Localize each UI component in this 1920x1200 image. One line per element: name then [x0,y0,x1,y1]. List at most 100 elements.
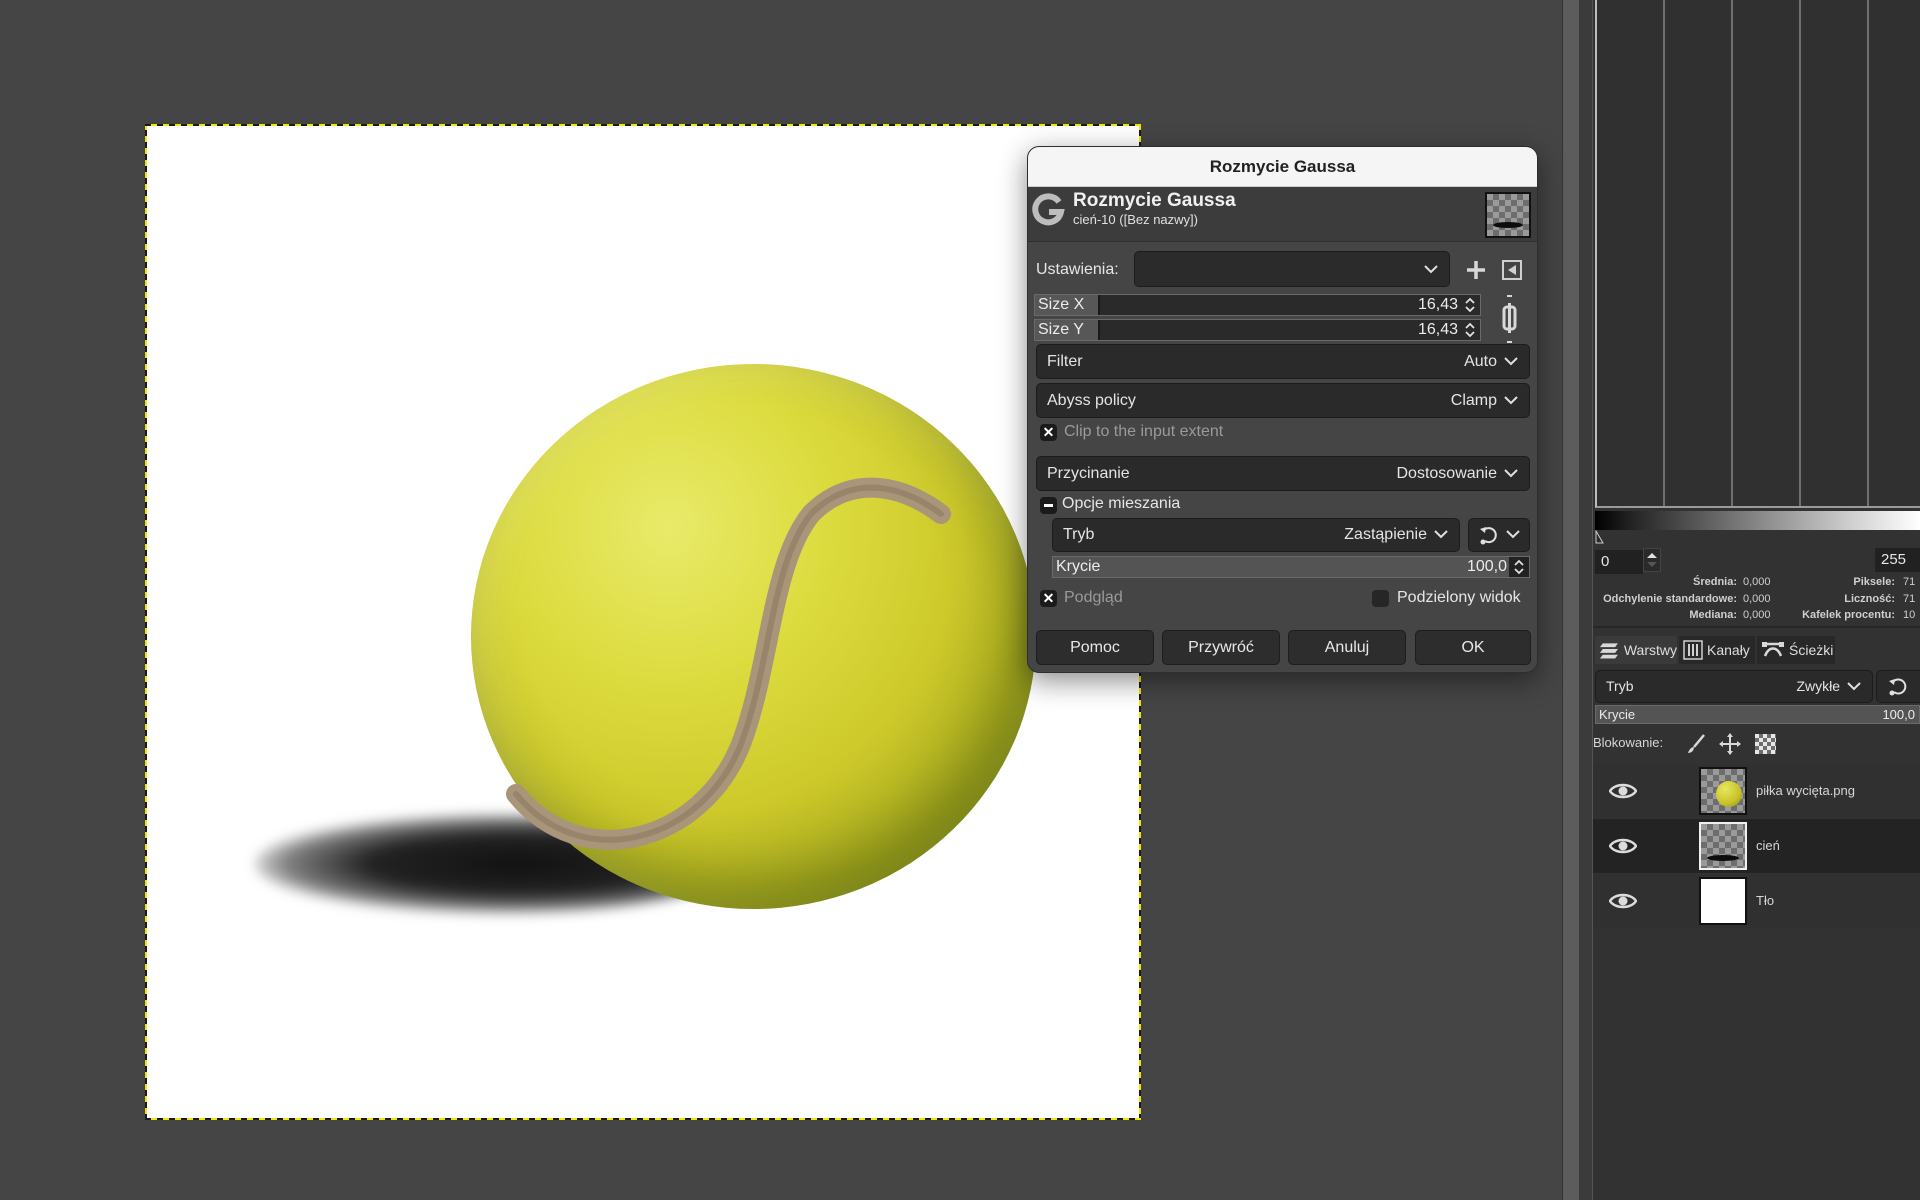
lock-alpha-icon[interactable] [1755,734,1776,754]
histogram-view[interactable] [1595,0,1920,508]
tab-channels[interactable]: Kanały [1679,636,1755,664]
blend-opacity-slider[interactable]: Krycie 100,0 [1052,556,1530,578]
tab-layers[interactable]: Warstwy [1595,636,1677,664]
dialog-header: Rozmycie Gaussa cień-10 ([Bez nazwy]) [1028,187,1537,242]
layer-name[interactable]: piłka wycięta.png [1756,764,1855,818]
histogram-gridline [1731,0,1733,506]
size-x-label: Size X [1038,296,1085,313]
layer-mode-label: Tryb [1606,678,1634,694]
tab-paths[interactable]: Ścieżki [1757,636,1835,664]
size-y-slider[interactable]: Size Y 16,43 [1034,319,1481,341]
tab-paths-label: Ścieżki [1789,642,1834,658]
layer-mode-select[interactable]: Tryb Zwykłe [1595,670,1873,703]
preview-checkbox[interactable]: ✕ [1040,590,1057,607]
clip-extent-label[interactable]: Clip to the input extent [1064,423,1223,441]
chevron-down-icon [1847,682,1861,691]
layer-name[interactable]: cień [1756,819,1780,873]
clip-extent-checkbox[interactable]: ✕ [1040,424,1057,441]
layer-opacity-value: 100,0 [1882,707,1915,722]
blend-opacity-spinner[interactable] [1512,558,1526,576]
size-x-value: 16,43 [1417,296,1458,313]
layer-row-shadow[interactable]: cień [1593,819,1920,873]
size-y-value: 16,43 [1417,321,1458,338]
preview-label[interactable]: Podgląd [1064,589,1123,607]
layers-icon [1599,643,1618,659]
help-button[interactable]: Pomoc [1036,630,1154,665]
lock-position-icon[interactable] [1719,733,1741,755]
preset-menu-button[interactable] [1501,259,1523,281]
stat-count-value: 71 [1903,593,1916,605]
canvas-vertical-scrollbar[interactable] [1562,0,1580,1200]
presets-select[interactable] [1134,251,1450,287]
filter-select[interactable]: Filter Auto [1036,344,1530,379]
blend-opacity-label: Krycie [1056,558,1101,575]
layer-thumbnail [1699,822,1747,870]
dialog-header-title: Rozmycie Gaussa [1073,190,1236,211]
split-view-checkbox[interactable] [1372,590,1389,607]
image-canvas[interactable] [145,124,1140,1119]
stat-percentile-label: Kafelek procentu: [1802,609,1895,621]
size-x-slider[interactable]: Size X 16,43 [1034,294,1481,316]
range-min-spinner[interactable] [1643,548,1661,572]
layer-opacity-slider[interactable]: Krycie 100,0 [1595,705,1920,724]
stat-mean-value: 0,000 [1743,576,1771,588]
right-dock: 0 255 Średnia: 0,000 Odchylenie standard… [1593,0,1920,1200]
layer-mode-value: Zwykłe [1796,678,1840,694]
layer-opacity-label: Krycie [1599,707,1636,722]
dock-separator-handle[interactable] [1580,0,1593,1200]
chevron-down-icon [1434,530,1448,539]
blend-mode-value: Zastąpienie [1344,526,1427,543]
panel-divider [1593,626,1920,628]
histogram-gridline [1799,0,1801,506]
eye-icon[interactable] [1609,836,1637,856]
add-preset-button[interactable] [1465,259,1487,281]
histogram-range-min[interactable]: 0 [1595,550,1643,574]
eye-icon[interactable] [1609,781,1637,801]
blend-mode-select[interactable]: Tryb Zastąpienie [1052,518,1460,552]
histogram-gridline [1867,0,1869,506]
eye-icon[interactable] [1609,891,1637,911]
layer-row-ball[interactable]: piłka wycięta.png [1593,764,1920,818]
size-y-spinner[interactable] [1463,321,1477,339]
stat-median-label: Mediana: [1689,609,1737,621]
abyss-policy-select[interactable]: Abyss policy Clamp [1036,383,1530,418]
chevron-down-icon [1506,530,1520,539]
stat-pixels-label: Piksele: [1853,576,1895,588]
split-view-label[interactable]: Podzielony widok [1397,589,1521,607]
clipping-value: Dostosowanie [1396,465,1498,482]
size-y-label: Size Y [1038,321,1084,338]
lock-pixels-icon[interactable] [1685,733,1707,755]
lock-label: Blokowanie: [1593,735,1664,750]
histogram-range-max[interactable]: 255 [1875,548,1920,572]
blending-options-label[interactable]: Opcje mieszania [1062,495,1180,513]
composite-mode-button[interactable] [1468,518,1530,552]
stat-mean-label: Średnia: [1692,576,1737,588]
layer-composite-button[interactable] [1876,670,1920,703]
cancel-button[interactable]: Anuluj [1288,630,1406,665]
chevron-down-icon [1504,469,1518,478]
tab-channels-label: Kanały [1707,642,1750,658]
layer-name[interactable]: Tło [1756,874,1774,928]
clipping-select[interactable]: Przycinanie Dostosowanie [1036,456,1530,491]
chevron-down-icon [1424,265,1438,274]
abyss-policy-label: Abyss policy [1047,392,1136,409]
filter-label: Filter [1047,353,1083,370]
dialog-titlebar[interactable]: Rozmycie Gaussa [1028,147,1537,187]
ok-button[interactable]: OK [1415,630,1531,665]
reset-button[interactable]: Przywróć [1162,630,1280,665]
stat-pixels-value: 71 [1903,576,1916,588]
stat-stddev-label: Odchylenie standardowe: [1603,593,1737,605]
blending-expander-toggle[interactable] [1040,497,1057,514]
channels-icon [1683,640,1703,660]
stat-stddev-value: 0,000 [1743,593,1771,605]
layer-thumbnail [1699,877,1747,925]
range-marker-handle[interactable] [1595,530,1605,544]
ball-seam [506,477,951,850]
presets-label: Ustawienia: [1036,261,1119,278]
dialog-header-subtitle: cień-10 ([Bez nazwy]) [1073,212,1198,227]
size-x-spinner[interactable] [1463,296,1477,314]
chain-link-toggle-icon[interactable] [1498,293,1522,345]
layer-row-background[interactable]: Tło [1593,874,1920,928]
histogram-gradient-bar [1595,511,1920,530]
chevron-down-icon [1504,396,1518,405]
